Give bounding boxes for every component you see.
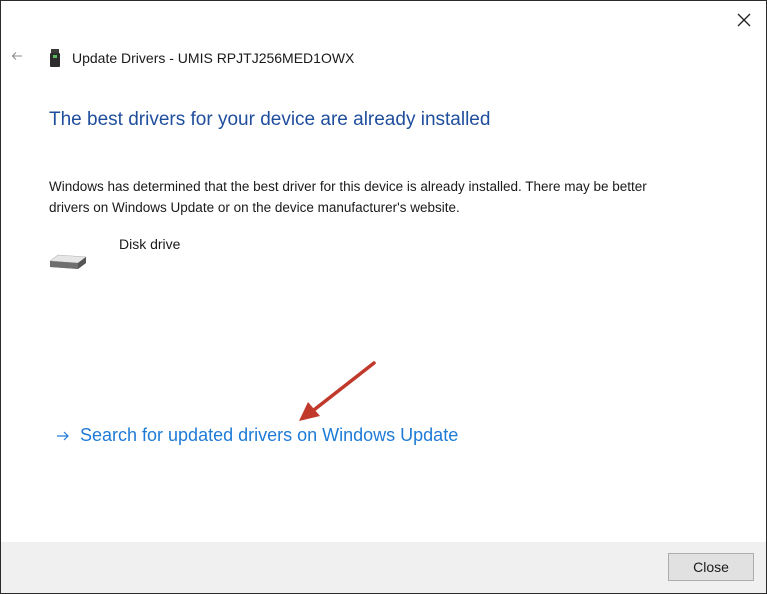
description-text: Windows has determined that the best dri… <box>49 179 647 215</box>
search-windows-update-label[interactable]: Search for updated drivers on Windows Up… <box>80 425 458 446</box>
close-icon[interactable] <box>730 6 758 34</box>
disk-drive-icon <box>48 249 88 273</box>
annotation-arrow <box>299 361 376 421</box>
close-button[interactable]: Close <box>668 553 754 581</box>
arrow-right-icon <box>56 429 70 443</box>
update-drivers-dialog <box>0 0 767 594</box>
usb-device-icon <box>48 49 62 67</box>
back-arrow-icon[interactable] <box>9 48 25 64</box>
dialog-title-text: Update Drivers - UMIS RPJTJ256MED1OWX <box>72 50 355 66</box>
page-heading: The best drivers for your device are alr… <box>49 109 491 130</box>
device-name: Disk drive <box>119 236 181 252</box>
dialog-title: Update Drivers - UMIS RPJTJ256MED1OWX <box>48 47 354 69</box>
search-windows-update-link[interactable]: Search for updated drivers on Windows Up… <box>56 425 458 446</box>
dialog-footer <box>1 542 766 593</box>
